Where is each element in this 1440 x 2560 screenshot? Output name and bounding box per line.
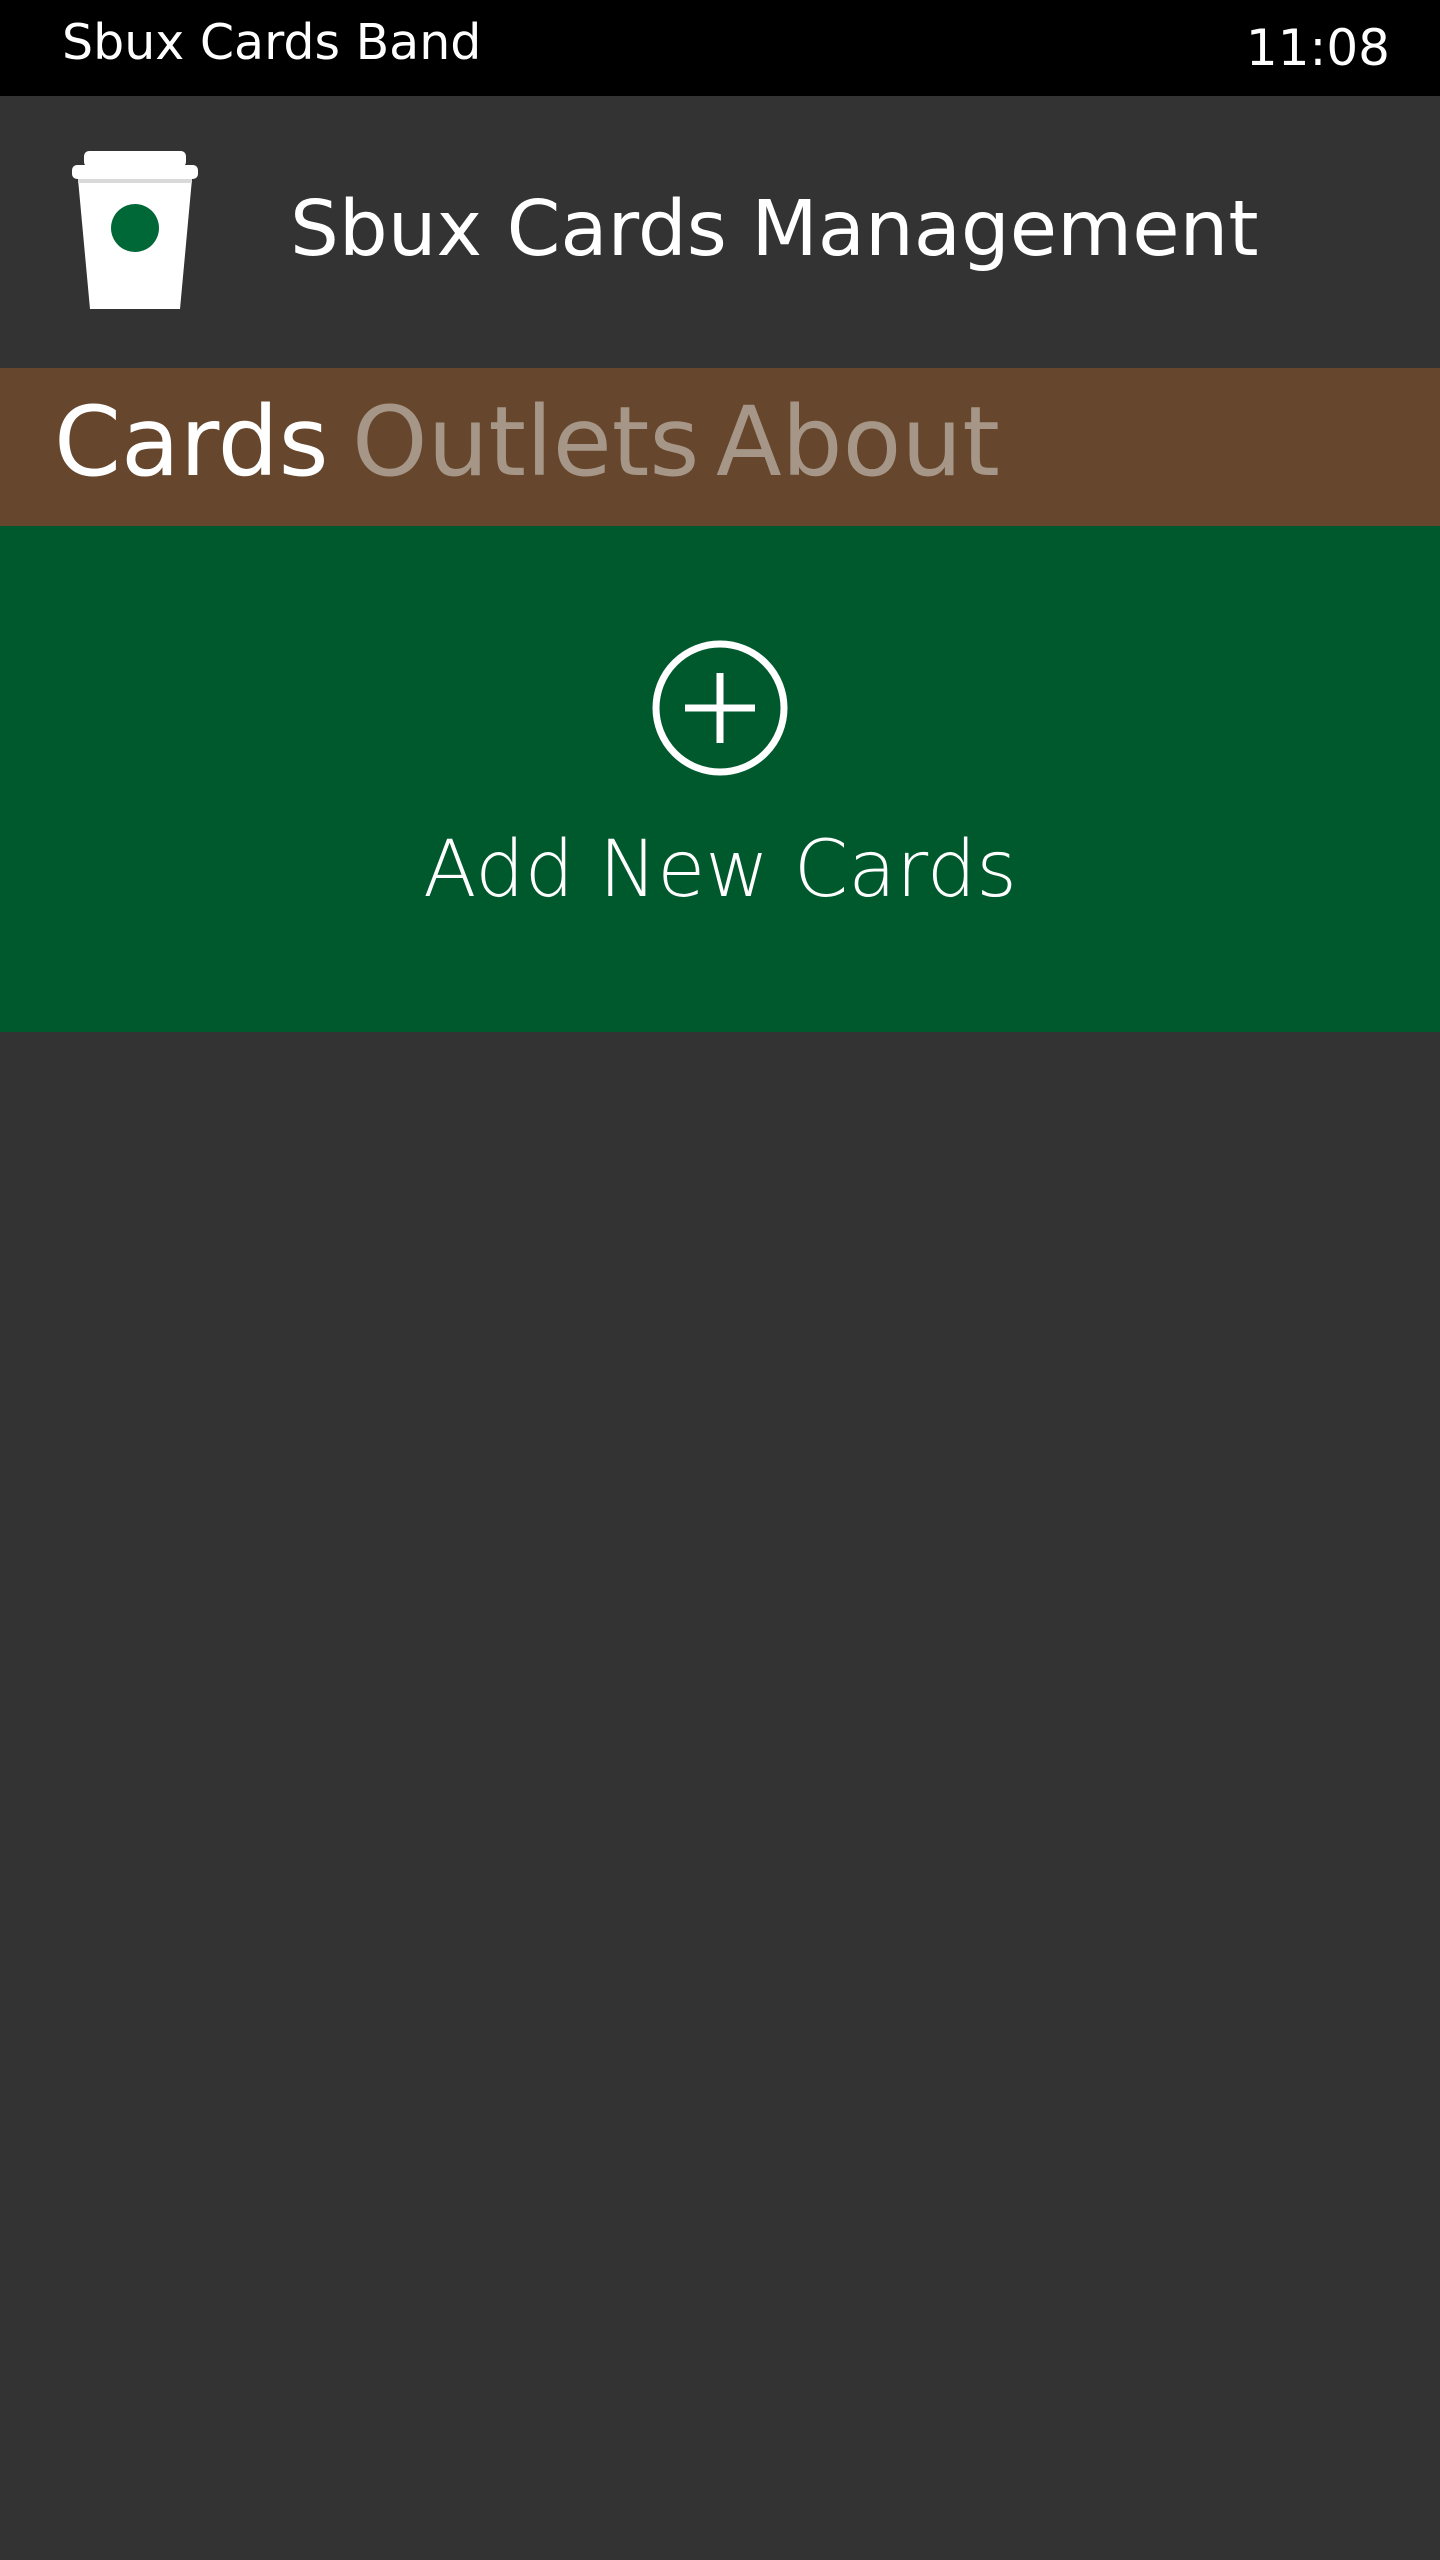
status-app-name: Sbux Cards Band [62, 14, 482, 71]
add-new-cards-button[interactable]: Add New Cards [0, 526, 1440, 1032]
tab-about[interactable]: About [716, 382, 1000, 502]
status-time: 11:08 [1245, 19, 1390, 77]
cards-list-area [0, 1032, 1440, 2560]
coffee-cup-icon [72, 151, 198, 309]
tab-cards[interactable]: Cards [54, 382, 329, 502]
add-new-cards-label: Add New Cards [423, 825, 1017, 915]
status-bar: Sbux Cards Band 11:08 [0, 0, 1440, 96]
tab-outlets[interactable]: Outlets [352, 382, 699, 502]
app-title: Sbux Cards Management [290, 185, 1259, 274]
app-header: Sbux Cards Management [0, 96, 1440, 368]
pivot-tabs: Cards Outlets About [0, 368, 1440, 526]
add-circle-icon [652, 640, 788, 776]
